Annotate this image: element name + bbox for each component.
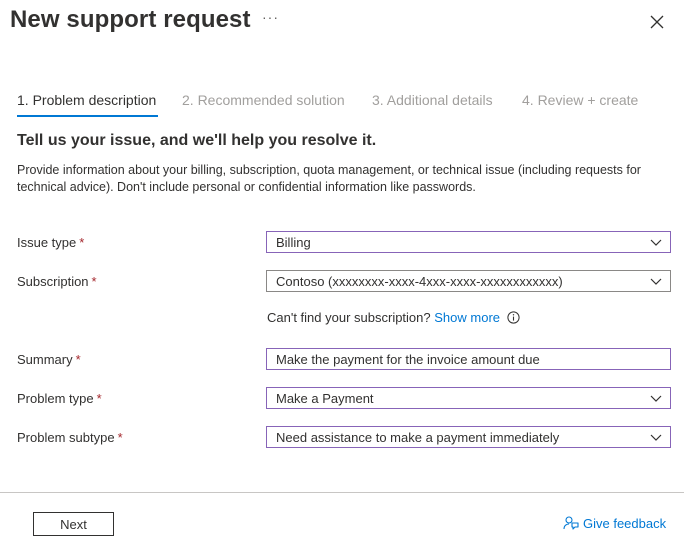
subscription-dropdown[interactable]: Contoso (xxxxxxxx-xxxx-4xxx-xxxx-xxxxxxx… [266,270,671,292]
next-button[interactable]: Next [33,512,114,536]
issue-type-label: Issue type * [17,235,85,250]
tab-additional-details[interactable]: 3. Additional details [372,92,493,108]
show-more-link[interactable]: Show more [434,310,500,325]
info-icon[interactable] [507,311,520,324]
section-heading: Tell us your issue, and we'll help you r… [17,132,377,149]
chevron-down-icon [650,434,662,441]
active-tab-indicator [17,115,158,117]
chevron-down-icon [650,278,662,285]
tab-recommended-solution[interactable]: 2. Recommended solution [182,92,345,108]
required-marker: * [79,235,85,250]
feedback-icon [563,516,579,530]
more-options-icon[interactable]: ··· [262,9,279,25]
panel-header: New support request ··· [0,0,684,50]
summary-input[interactable]: Make the payment for the invoice amount … [266,348,671,370]
chevron-down-icon [650,395,662,402]
problem-subtype-label: Problem subtype * [17,430,123,445]
summary-label: Summary * [17,352,81,367]
problem-type-dropdown[interactable]: Make a Payment [266,387,671,409]
required-marker: * [75,352,81,367]
summary-value: Make the payment for the invoice amount … [276,352,540,367]
tab-review-create[interactable]: 4. Review + create [522,92,638,108]
problem-subtype-value: Need assistance to make a payment immedi… [276,430,560,445]
give-feedback-label: Give feedback [583,516,667,531]
problem-type-label: Problem type * [17,391,102,406]
problem-type-value: Make a Payment [276,391,374,406]
subscription-label: Subscription * [17,274,97,289]
problem-subtype-dropdown[interactable]: Need assistance to make a payment immedi… [266,426,671,448]
required-marker: * [91,274,97,289]
section-description: Provide information about your billing, … [17,163,641,194]
issue-type-value: Billing [276,235,311,250]
wizard-tabs: 1. Problem description 2. Recommended so… [0,90,684,120]
chevron-down-icon [650,239,662,246]
footer-divider [0,492,684,493]
required-marker: * [117,430,123,445]
close-icon[interactable] [647,12,667,32]
give-feedback-link[interactable]: Give feedback [563,515,666,531]
page-title: New support request [10,6,251,33]
cant-find-subscription: Can't find your subscription? Show more [267,310,520,325]
tab-problem-description[interactable]: 1. Problem description [17,92,156,108]
required-marker: * [96,391,102,406]
issue-type-dropdown[interactable]: Billing [266,231,671,253]
subscription-value: Contoso (xxxxxxxx-xxxx-4xxx-xxxx-xxxxxxx… [276,274,563,289]
